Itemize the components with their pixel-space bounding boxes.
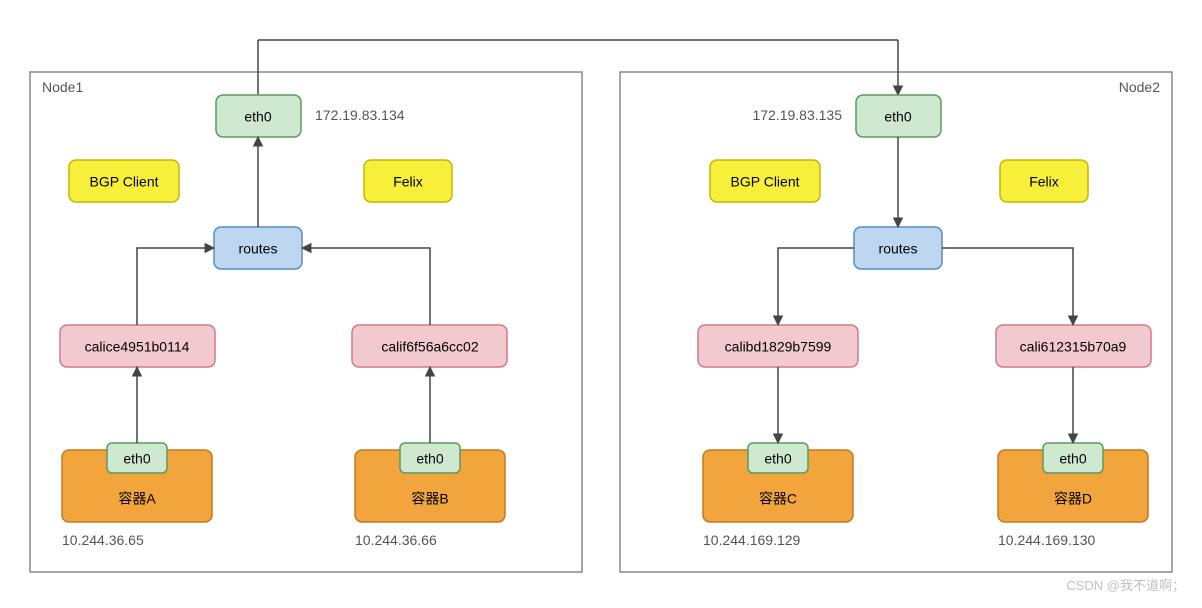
node2-routes-label: routes — [879, 241, 918, 257]
network-diagram: Node1 Node2 eth0 172.19.83.134 BGP Clien… — [0, 0, 1202, 608]
node2-container-d-name: 容器D — [1054, 491, 1092, 507]
node1-eth0-label: eth0 — [244, 109, 271, 125]
node2-container-c-ip: 10.244.169.129 — [703, 532, 801, 548]
node1-cali-a-label: calice4951b0114 — [85, 339, 190, 355]
node1-container-b-eth0-label: eth0 — [416, 451, 443, 467]
node1-caliB-to-routes — [302, 248, 430, 325]
node1-title: Node1 — [42, 79, 83, 95]
node2-felix-label: Felix — [1029, 174, 1059, 190]
node2-host-ip: 172.19.83.135 — [752, 107, 842, 123]
node2-container-d-ip: 10.244.169.130 — [998, 532, 1096, 548]
node1-cali-b-label: calif6f56a6cc02 — [381, 339, 479, 355]
node2-routes-to-caliD — [942, 248, 1073, 325]
node2-container-d-eth0-label: eth0 — [1059, 451, 1086, 467]
watermark-text: CSDN @我不道啊； — [1066, 578, 1185, 594]
node1-container-a-eth0-label: eth0 — [123, 451, 150, 467]
node1-bgp-label: BGP Client — [90, 174, 159, 190]
node2-cali-d-label: cali612315b70a9 — [1020, 339, 1127, 355]
node2-bgp-label: BGP Client — [731, 174, 800, 190]
node1-host-ip: 172.19.83.134 — [315, 107, 405, 123]
node1-container-a-ip: 10.244.36.65 — [62, 532, 144, 548]
node2-cali-c-label: calibd1829b7599 — [725, 339, 832, 355]
node1-container-b-ip: 10.244.36.66 — [355, 532, 437, 548]
node1-caliA-to-routes — [137, 248, 214, 325]
node1-felix-label: Felix — [393, 174, 423, 190]
node1-container-a-name: 容器A — [118, 491, 156, 507]
node2-title: Node2 — [1119, 79, 1160, 95]
node2-eth0-label: eth0 — [884, 109, 911, 125]
node2-routes-to-caliC — [778, 248, 854, 325]
node1-routes-label: routes — [239, 241, 278, 257]
node1-container-b-name: 容器B — [411, 491, 448, 507]
node2-container-c-name: 容器C — [759, 491, 797, 507]
node2-container-c-eth0-label: eth0 — [764, 451, 791, 467]
